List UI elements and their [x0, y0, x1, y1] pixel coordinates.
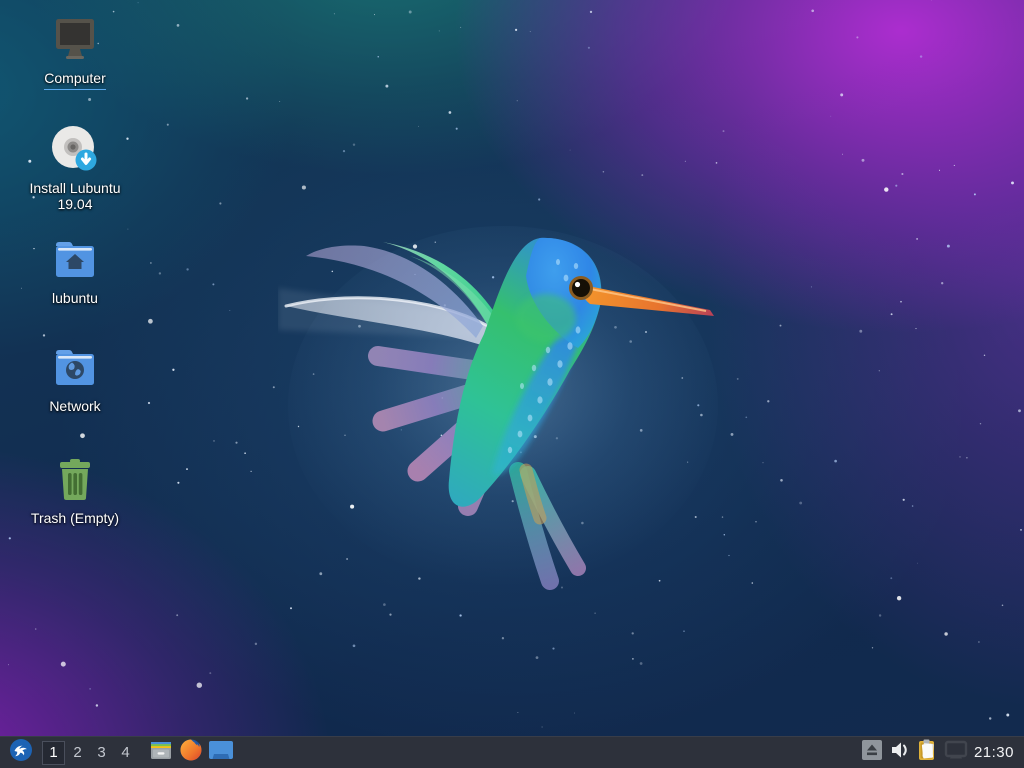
removable-media-button[interactable]: [858, 739, 886, 767]
system-tray: [858, 739, 970, 767]
screensaver-button[interactable]: [942, 739, 970, 767]
desktop-icon-column: Computer Install Lubuntu 19.04: [8, 14, 142, 556]
hummingbird-wallpaper-art: [278, 226, 718, 596]
taskbar: 1 2 3 4: [0, 736, 1024, 768]
quick-launch: [146, 739, 236, 767]
desktop-monitor-button[interactable]: [206, 739, 236, 767]
desktop: Computer Install Lubuntu 19.04: [0, 0, 1024, 768]
workspace-label: 4: [121, 744, 129, 761]
home-folder-icon: [49, 234, 101, 286]
file-manager-button[interactable]: [146, 739, 176, 767]
workspace-label: 2: [73, 744, 81, 761]
network-folder-icon: [49, 342, 101, 394]
trash-icon: [49, 454, 101, 506]
start-menu-button[interactable]: [6, 739, 36, 767]
desktop-icon-label: Trash (Empty): [31, 510, 119, 526]
workspace-switcher: 1 2 3 4: [42, 741, 138, 765]
desktop-icon-label: lubuntu: [52, 290, 98, 306]
workspace-label: 1: [49, 744, 57, 761]
workspace-label: 3: [97, 744, 105, 761]
lubuntu-logo-icon: [9, 738, 33, 767]
workspace-4[interactable]: 4: [114, 741, 137, 765]
clipboard-icon: [916, 738, 940, 767]
screensaver-monitor-icon: [944, 739, 968, 766]
computer-monitor-icon: [49, 14, 101, 66]
firefox-button[interactable]: [176, 739, 206, 767]
workspace-3[interactable]: 3: [90, 741, 113, 765]
workspace-1[interactable]: 1: [42, 741, 65, 765]
desktop-icon-trash[interactable]: Trash (Empty): [8, 454, 142, 526]
desktop-icon-label: Computer: [44, 70, 105, 90]
firefox-icon: [179, 738, 203, 767]
eject-icon: [861, 739, 883, 766]
volume-icon: [889, 739, 911, 766]
workspace-2[interactable]: 2: [66, 741, 89, 765]
desktop-icon-network[interactable]: Network: [8, 342, 142, 414]
desktop-icon-label: Network: [49, 398, 100, 414]
desktop-icon-home-folder[interactable]: lubuntu: [8, 234, 142, 306]
desktop-icon-label: Install Lubuntu 19.04: [12, 180, 138, 212]
desktop-monitor-icon: [208, 738, 234, 767]
file-manager-icon: [149, 738, 173, 767]
desktop-icon-computer[interactable]: Computer: [8, 14, 142, 90]
install-disc-icon: [49, 124, 101, 176]
clipboard-button[interactable]: [914, 739, 942, 767]
desktop-icon-install-lubuntu[interactable]: Install Lubuntu 19.04: [8, 124, 142, 212]
taskbar-clock[interactable]: 21:30: [974, 744, 1014, 761]
volume-button[interactable]: [886, 739, 914, 767]
